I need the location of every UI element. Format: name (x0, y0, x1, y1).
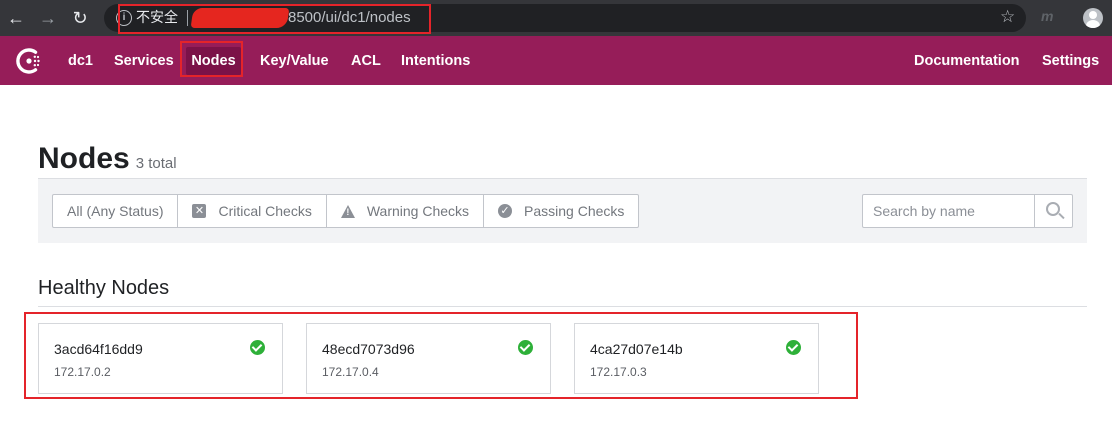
section-title: Healthy Nodes (38, 277, 170, 299)
consul-logo-icon[interactable] (15, 47, 43, 75)
nav-acl[interactable]: ACL (351, 47, 381, 75)
filter-bar: All (Any Status) ✕ Critical Checks ! Warni… (38, 179, 1087, 243)
filter-warning-label: Warning Checks (366, 203, 470, 219)
nav-key-value[interactable]: Key/Value (260, 47, 329, 75)
filter-critical-label: Critical Checks (218, 203, 312, 219)
filter-passing[interactable]: ✓ Passing Checks (483, 195, 638, 227)
node-count: 3 total (135, 155, 177, 172)
annotation-highlight-nodes (180, 41, 243, 77)
reload-icon[interactable]: ↻ (68, 6, 92, 30)
search-icon-handle (1058, 212, 1065, 220)
page-title: Nodes 3 total (38, 142, 177, 181)
section-divider (38, 306, 1087, 307)
arrow-right-icon[interactable]: → (36, 6, 60, 30)
arrow-left-icon[interactable]: ← (4, 6, 28, 30)
app-header: dc1 Services Nodes Key/Value ACL Intenti… (0, 36, 1112, 85)
passing-check-icon: ✓ (498, 204, 513, 218)
search-box (862, 194, 1073, 228)
search-button[interactable] (1034, 195, 1072, 227)
star-icon[interactable]: ☆ (1000, 6, 1015, 28)
filter-critical[interactable]: ✕ Critical Checks (177, 195, 325, 227)
extension-icon[interactable]: m (1041, 8, 1053, 24)
nav-intentions[interactable]: Intentions (401, 47, 470, 75)
nav-services[interactable]: Services (114, 47, 174, 75)
datacenter-selector[interactable]: dc1 (68, 47, 93, 75)
nav-settings[interactable]: Settings (1042, 47, 1099, 75)
annotation-highlight-nodes-list (24, 312, 858, 399)
page-title-text: Nodes (38, 142, 130, 175)
warning-triangle-icon: ! (340, 204, 355, 218)
filter-all-label: All (Any Status) (67, 203, 164, 219)
filter-all[interactable]: All (Any Status) (53, 195, 177, 227)
search-input[interactable] (863, 195, 1034, 227)
critical-x-icon: ✕ (192, 204, 207, 218)
annotation-highlight-url (118, 4, 431, 34)
filter-passing-label: Passing Checks (524, 203, 625, 219)
nav-documentation[interactable]: Documentation (914, 47, 1020, 75)
status-filter-group: All (Any Status) ✕ Critical Checks ! Warni… (52, 194, 640, 228)
filter-warning[interactable]: ! Warning Checks (325, 195, 483, 227)
profile-avatar-icon[interactable] (1083, 8, 1103, 28)
